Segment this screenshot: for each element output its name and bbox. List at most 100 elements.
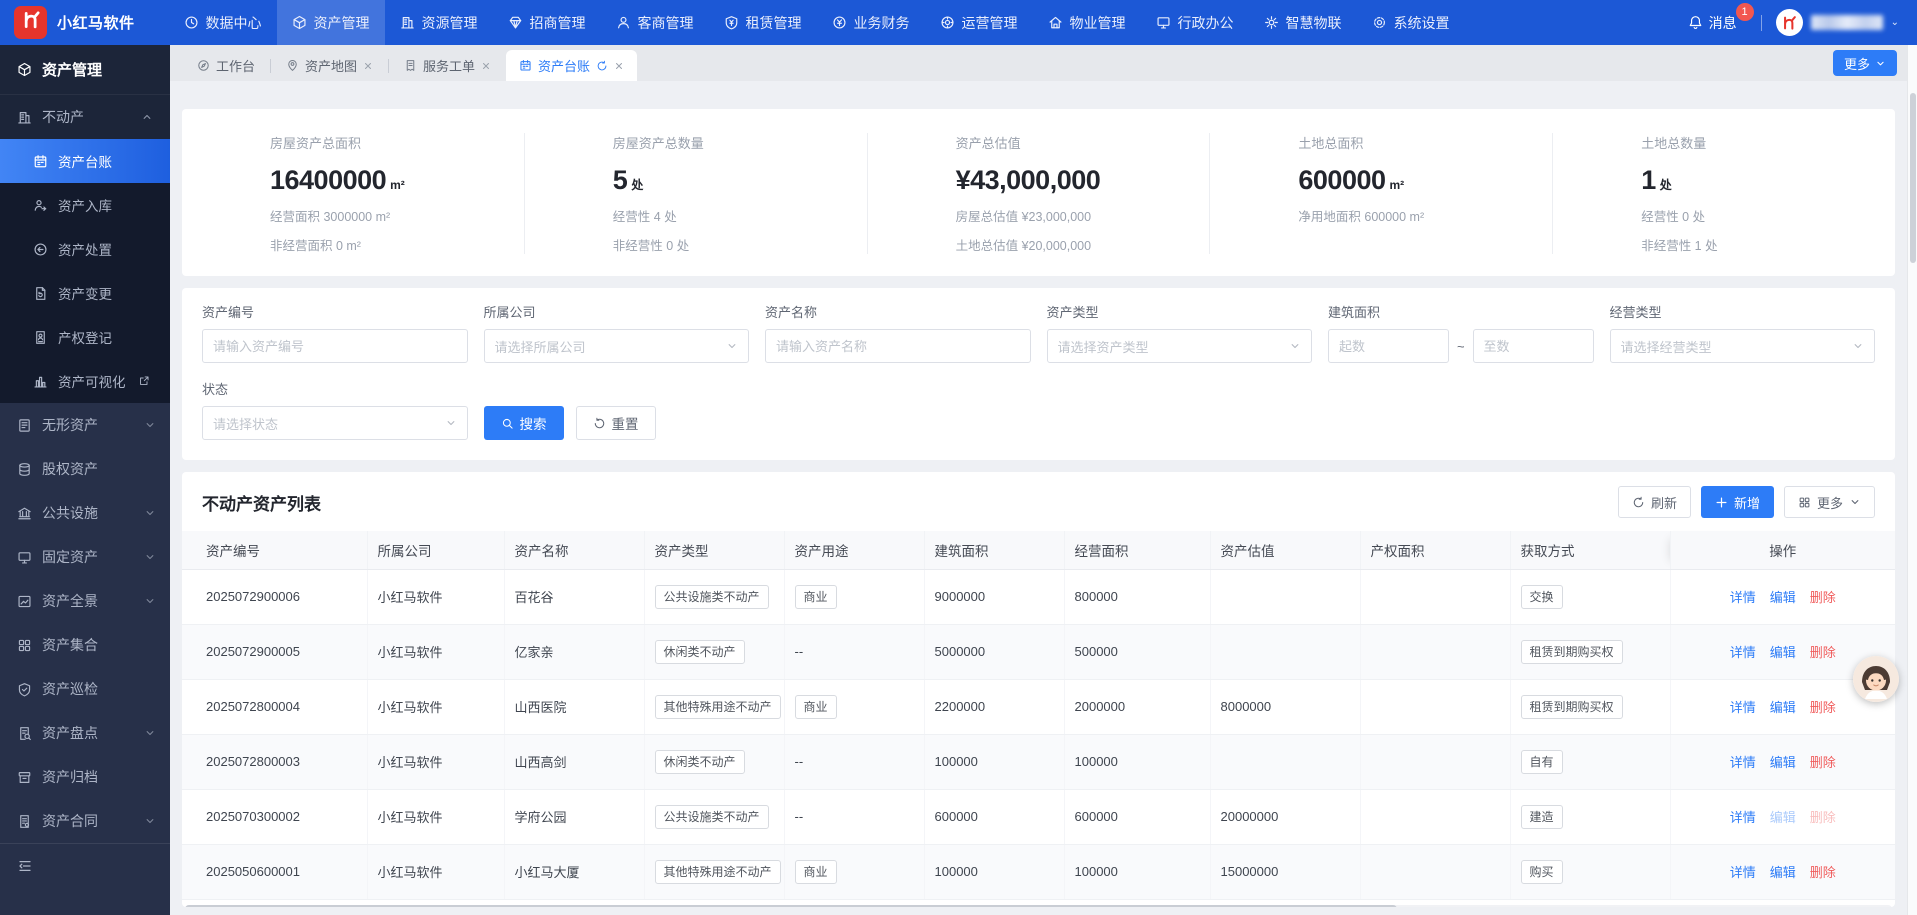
sidebar-item-3[interactable]: 资产变更 xyxy=(0,271,170,315)
nav-item-11[interactable]: 系统设置 xyxy=(1357,0,1465,45)
cell-company: 小红马软件 xyxy=(367,569,504,624)
detail-link[interactable]: 详情 xyxy=(1730,700,1756,715)
delete-link[interactable]: 删除 xyxy=(1810,645,1836,660)
user-name-redacted xyxy=(1811,15,1883,30)
collapse-sidebar-icon[interactable] xyxy=(17,858,33,877)
edit-link[interactable]: 编辑 xyxy=(1770,700,1796,715)
detail-link[interactable]: 详情 xyxy=(1730,645,1756,660)
count-icon xyxy=(17,726,32,741)
tab-2[interactable]: 服务工单 xyxy=(391,50,504,81)
chevron-down-icon xyxy=(726,340,738,352)
area-from-input[interactable] xyxy=(1339,339,1438,354)
tag: 其他特殊用途不动产 xyxy=(655,695,781,719)
table-header-row: 资产编号所属公司资产名称资产类型资产用途建筑面积经营面积资产估值产权面积获取方式… xyxy=(182,531,1895,569)
tab-0[interactable]: 工作台 xyxy=(184,50,268,81)
stat-card-0: 房屋资产总面积16400000m²经营面积 3000000 m²非经营面积 0 … xyxy=(182,133,524,254)
column-header-6: 经营面积 xyxy=(1064,531,1210,569)
nav-item-3[interactable]: 招商管理 xyxy=(493,0,601,45)
sidebar-item-4[interactable]: 产权登记 xyxy=(0,315,170,359)
tabs-more-button[interactable]: 更多 xyxy=(1833,50,1897,76)
detail-link[interactable]: 详情 xyxy=(1730,755,1756,770)
sidebar-item-lower-1[interactable]: 股权资产 xyxy=(0,447,170,491)
sidebar-item-lower-2[interactable]: 公共设施 xyxy=(0,491,170,535)
more-button[interactable]: 更多 xyxy=(1784,486,1875,518)
tab-3[interactable]: 资产台账 xyxy=(506,50,637,81)
horizontal-scrollbar-thumb[interactable] xyxy=(185,905,1397,908)
nav-item-1[interactable]: 资产管理 xyxy=(277,0,385,45)
company-select[interactable]: 请选择所属公司 xyxy=(484,329,750,363)
cell-company: 小红马软件 xyxy=(367,734,504,789)
sidebar-item-0[interactable]: 资产台账 xyxy=(0,139,170,183)
sidebar-item-2[interactable]: 资产处置 xyxy=(0,227,170,271)
detail-link[interactable]: 详情 xyxy=(1730,810,1756,825)
sidebar-item-lower-8[interactable]: 资产归档 xyxy=(0,755,170,799)
sidebar-item-lower-0[interactable]: 无形资产 xyxy=(0,403,170,447)
delete-link[interactable]: 删除 xyxy=(1810,700,1836,715)
vertical-scrollbar-thumb[interactable] xyxy=(1910,93,1916,263)
edit-link[interactable]: 编辑 xyxy=(1770,755,1796,770)
operation-type-select[interactable]: 请选择经营类型 xyxy=(1610,329,1876,363)
delete-link[interactable]: 删除 xyxy=(1810,865,1836,880)
edit-link[interactable]: 编辑 xyxy=(1770,865,1796,880)
asset-name-input[interactable] xyxy=(776,339,1020,354)
edit-link[interactable]: 编辑 xyxy=(1770,645,1796,660)
horizontal-scrollbar[interactable] xyxy=(185,905,1892,908)
nav-item-10[interactable]: 智慧物联 xyxy=(1249,0,1357,45)
sidebar-item-lower-6[interactable]: 资产巡检 xyxy=(0,667,170,711)
status-select[interactable]: 请选择状态 xyxy=(202,406,468,440)
delete-link[interactable]: 删除 xyxy=(1810,590,1836,605)
add-button[interactable]: 新增 xyxy=(1701,486,1774,518)
search-button[interactable]: 搜索 xyxy=(484,406,564,440)
sidebar-group-realestate[interactable]: 不动产 xyxy=(0,95,170,139)
refresh-tab-icon[interactable] xyxy=(596,60,608,72)
app: 小红马软件 数据中心资产管理资源管理招商管理客商管理租赁管理业务财务运营管理物业… xyxy=(0,0,1917,915)
asset-code-input[interactable] xyxy=(213,339,457,354)
messages-button[interactable]: 消息 1 xyxy=(1688,13,1737,33)
sidebar-item-1[interactable]: 资产入库 xyxy=(0,183,170,227)
nav-item-4[interactable]: 客商管理 xyxy=(601,0,709,45)
cell-build-area: 5000000 xyxy=(924,624,1064,679)
nav-item-0[interactable]: 数据中心 xyxy=(169,0,277,45)
detail-link[interactable]: 详情 xyxy=(1730,865,1756,880)
nav-item-2[interactable]: 资源管理 xyxy=(385,0,493,45)
assistant-avatar[interactable] xyxy=(1853,656,1899,702)
reset-button[interactable]: 重置 xyxy=(576,406,656,440)
delete-link[interactable]: 删除 xyxy=(1810,755,1836,770)
nav-item-8[interactable]: 物业管理 xyxy=(1033,0,1141,45)
calendar-icon xyxy=(33,154,48,169)
tab-1[interactable]: 资产地图 xyxy=(273,50,386,81)
divider xyxy=(1761,15,1762,31)
tag: 公共设施类不动产 xyxy=(655,805,769,829)
refresh-button[interactable]: 刷新 xyxy=(1618,486,1691,518)
sidebar-item-lower-9[interactable]: 资产合同 xyxy=(0,799,170,843)
sidebar-item-lower-7[interactable]: 资产盘点 xyxy=(0,711,170,755)
nav-item-6[interactable]: 业务财务 xyxy=(817,0,925,45)
sidebar-item-5[interactable]: 资产可视化 xyxy=(0,359,170,403)
cell-prop-area xyxy=(1360,789,1510,844)
asset-type-select[interactable]: 请选择资产类型 xyxy=(1047,329,1313,363)
nav-item-9[interactable]: 行政办公 xyxy=(1141,0,1249,45)
tag: 自有 xyxy=(1521,750,1563,774)
close-tab-icon[interactable] xyxy=(481,61,491,71)
sidebar-item-lower-3[interactable]: 固定资产 xyxy=(0,535,170,579)
sidebar-item-lower-5[interactable]: 资产集合 xyxy=(0,623,170,667)
grid-icon xyxy=(17,638,32,653)
app-logo[interactable] xyxy=(14,6,47,39)
stat-title: 土地总数量 xyxy=(1641,133,1895,152)
user-menu[interactable]: ⌄ xyxy=(1776,9,1899,36)
close-tab-icon[interactable] xyxy=(614,61,624,71)
vertical-scrollbar[interactable] xyxy=(1907,45,1917,915)
area-to-input[interactable] xyxy=(1484,339,1583,354)
detail-link[interactable]: 详情 xyxy=(1730,590,1756,605)
chart-cols-icon xyxy=(33,374,48,389)
delete-link[interactable]: 删除 xyxy=(1810,810,1836,825)
sidebar-item-lower-4[interactable]: 资产全景 xyxy=(0,579,170,623)
cell-oper-area: 800000 xyxy=(1064,569,1210,624)
asset-list-panel: 不动产资产列表 刷新 新增 xyxy=(182,472,1895,907)
nav-item-5[interactable]: 租赁管理 xyxy=(709,0,817,45)
shield-home-icon xyxy=(724,15,739,30)
nav-item-7[interactable]: 运营管理 xyxy=(925,0,1033,45)
close-tab-icon[interactable] xyxy=(363,61,373,71)
edit-link[interactable]: 编辑 xyxy=(1770,810,1796,825)
edit-link[interactable]: 编辑 xyxy=(1770,590,1796,605)
